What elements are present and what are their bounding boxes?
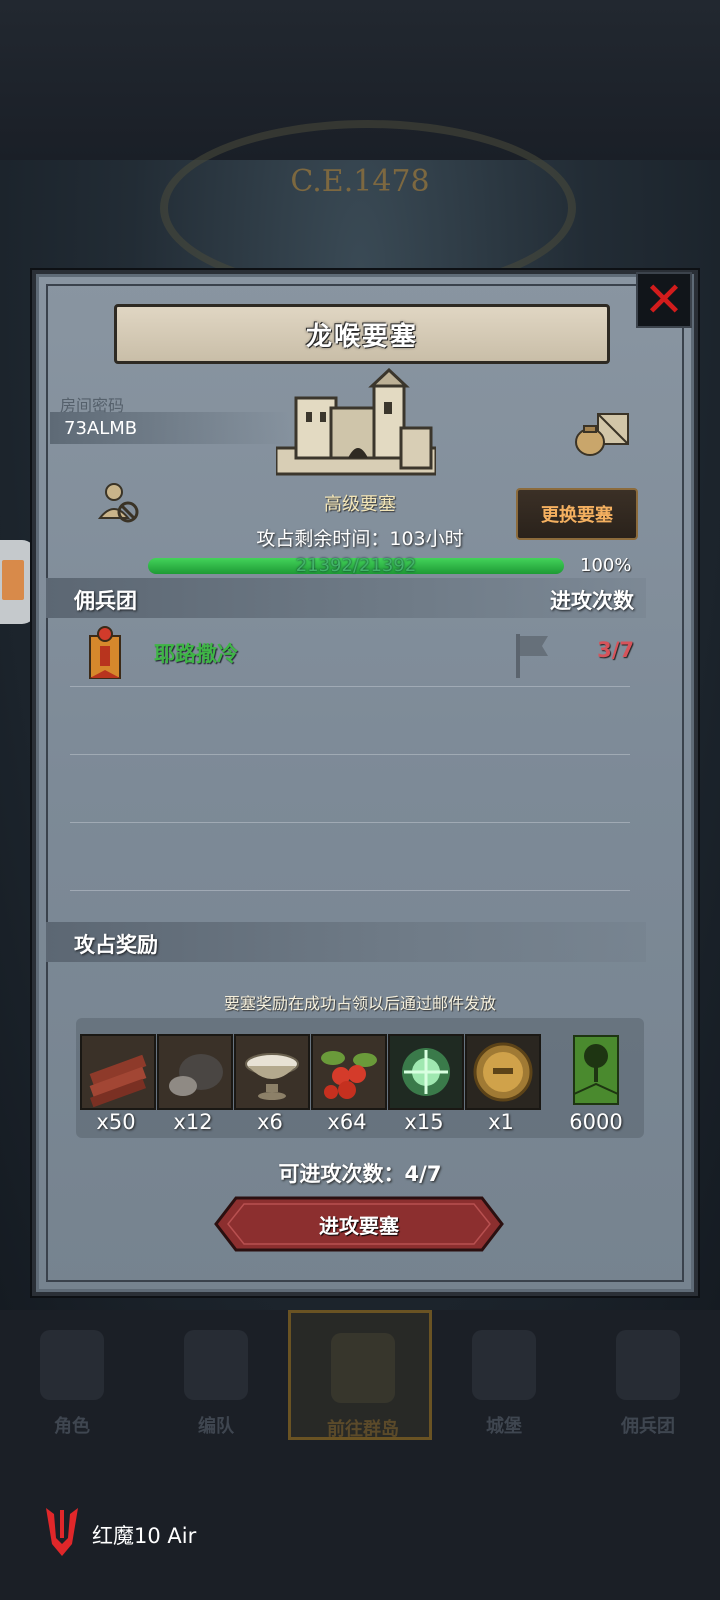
- nav-label: 编队: [198, 1416, 234, 1437]
- reward-note: 要塞奖励在成功占领以后通过邮件发放: [223, 994, 496, 1013]
- reward-qty: x6: [257, 1110, 283, 1134]
- row-divider: [70, 754, 630, 755]
- nav-label: 角色: [54, 1416, 90, 1437]
- row-divider: [70, 890, 630, 891]
- islands-icon: [331, 1333, 395, 1403]
- available-attacks: 可进攻次数：4/7: [278, 1162, 442, 1186]
- row-divider: [70, 686, 630, 687]
- nav-item-formation[interactable]: 编队: [144, 1310, 288, 1440]
- attack-count-header: 进攻次数: [550, 589, 634, 613]
- reward-item-truffle[interactable]: [157, 1034, 233, 1110]
- nav-item-character[interactable]: 角色: [0, 1310, 144, 1440]
- mercenary-row[interactable]: 耶路撒冷 3/7: [46, 624, 646, 686]
- close-button[interactable]: ✕: [636, 272, 692, 328]
- nav-label: 城堡: [486, 1416, 522, 1437]
- reward-qty: x1: [488, 1110, 514, 1134]
- close-x-icon: ✕: [643, 272, 685, 328]
- reward-item-bowl[interactable]: [234, 1034, 310, 1110]
- reward-item-helmet-coin[interactable]: [465, 1034, 541, 1110]
- reward-section-header: 攻占奖励: [46, 922, 646, 962]
- reward-item-wood[interactable]: [80, 1034, 156, 1110]
- device-name: 红魔10 Air: [92, 1524, 197, 1548]
- supplies-bag-icon[interactable]: [572, 408, 632, 458]
- nav-label: 佣兵团: [621, 1416, 675, 1437]
- formation-icon: [184, 1330, 248, 1400]
- fortress-hp-text: 21392/21392: [295, 555, 417, 576]
- mercenary-name: 耶路撒冷: [154, 642, 238, 666]
- bottom-nav: 角色 编队 前往群岛 城堡 佣兵团: [0, 1310, 720, 1440]
- side-tab-handle[interactable]: [0, 540, 36, 624]
- reward-item-emblem[interactable]: [388, 1034, 464, 1110]
- nav-item-islands[interactable]: 前往群岛: [288, 1310, 432, 1440]
- wood-planks-icon: [82, 1036, 154, 1108]
- dialog-title: 龙喉要塞: [305, 321, 418, 352]
- reward-qty: x15: [404, 1110, 444, 1134]
- reward-qty: x64: [327, 1110, 367, 1134]
- reward-qty: 6000: [569, 1110, 623, 1134]
- mercenary-header-label: 佣兵团: [74, 589, 137, 613]
- gold-helmet-coin-icon: [467, 1036, 539, 1108]
- mercenary-attack-count: 3/7: [597, 638, 634, 662]
- nav-item-mercenary[interactable]: 佣兵团: [576, 1310, 720, 1440]
- fortress-castle-image: [276, 368, 436, 476]
- mercenary-banner-icon: [89, 626, 121, 679]
- title-banner: 龙喉要塞: [114, 304, 610, 364]
- era-label: C.E.1478: [290, 164, 430, 199]
- reward-header-label: 攻占奖励: [74, 933, 158, 957]
- mercenary-section-header: 佣兵团 进攻次数: [46, 578, 646, 618]
- knight-icon: [40, 1330, 104, 1400]
- reward-qty: x12: [173, 1110, 213, 1134]
- castle-icon: [472, 1330, 536, 1400]
- green-emblem-icon: [390, 1036, 462, 1108]
- nav-label: 前往群岛: [327, 1419, 399, 1440]
- bowl-icon: [236, 1036, 308, 1108]
- occupation-time-left: 攻占剩余时间：103小时: [256, 528, 464, 550]
- attack-fortress-label: 进攻要塞: [319, 1214, 399, 1238]
- reward-qty: x50: [96, 1110, 136, 1134]
- attack-fortress-button[interactable]: 进攻要塞: [214, 1196, 504, 1252]
- attack-flag-icon: [516, 634, 548, 678]
- mercenary-icon: [616, 1330, 680, 1400]
- reward-item-berries[interactable]: [311, 1034, 387, 1110]
- truffle-icon: [159, 1036, 231, 1108]
- tree-banner-icon[interactable]: [572, 1034, 620, 1106]
- room-code-value: 73ALMB: [64, 418, 138, 439]
- berries-icon: [313, 1036, 385, 1108]
- nav-item-castle[interactable]: 城堡: [432, 1310, 576, 1440]
- red-magic-logo-icon: [46, 1508, 78, 1556]
- row-divider: [70, 822, 630, 823]
- fortress-hp-percent: 100%: [580, 555, 632, 576]
